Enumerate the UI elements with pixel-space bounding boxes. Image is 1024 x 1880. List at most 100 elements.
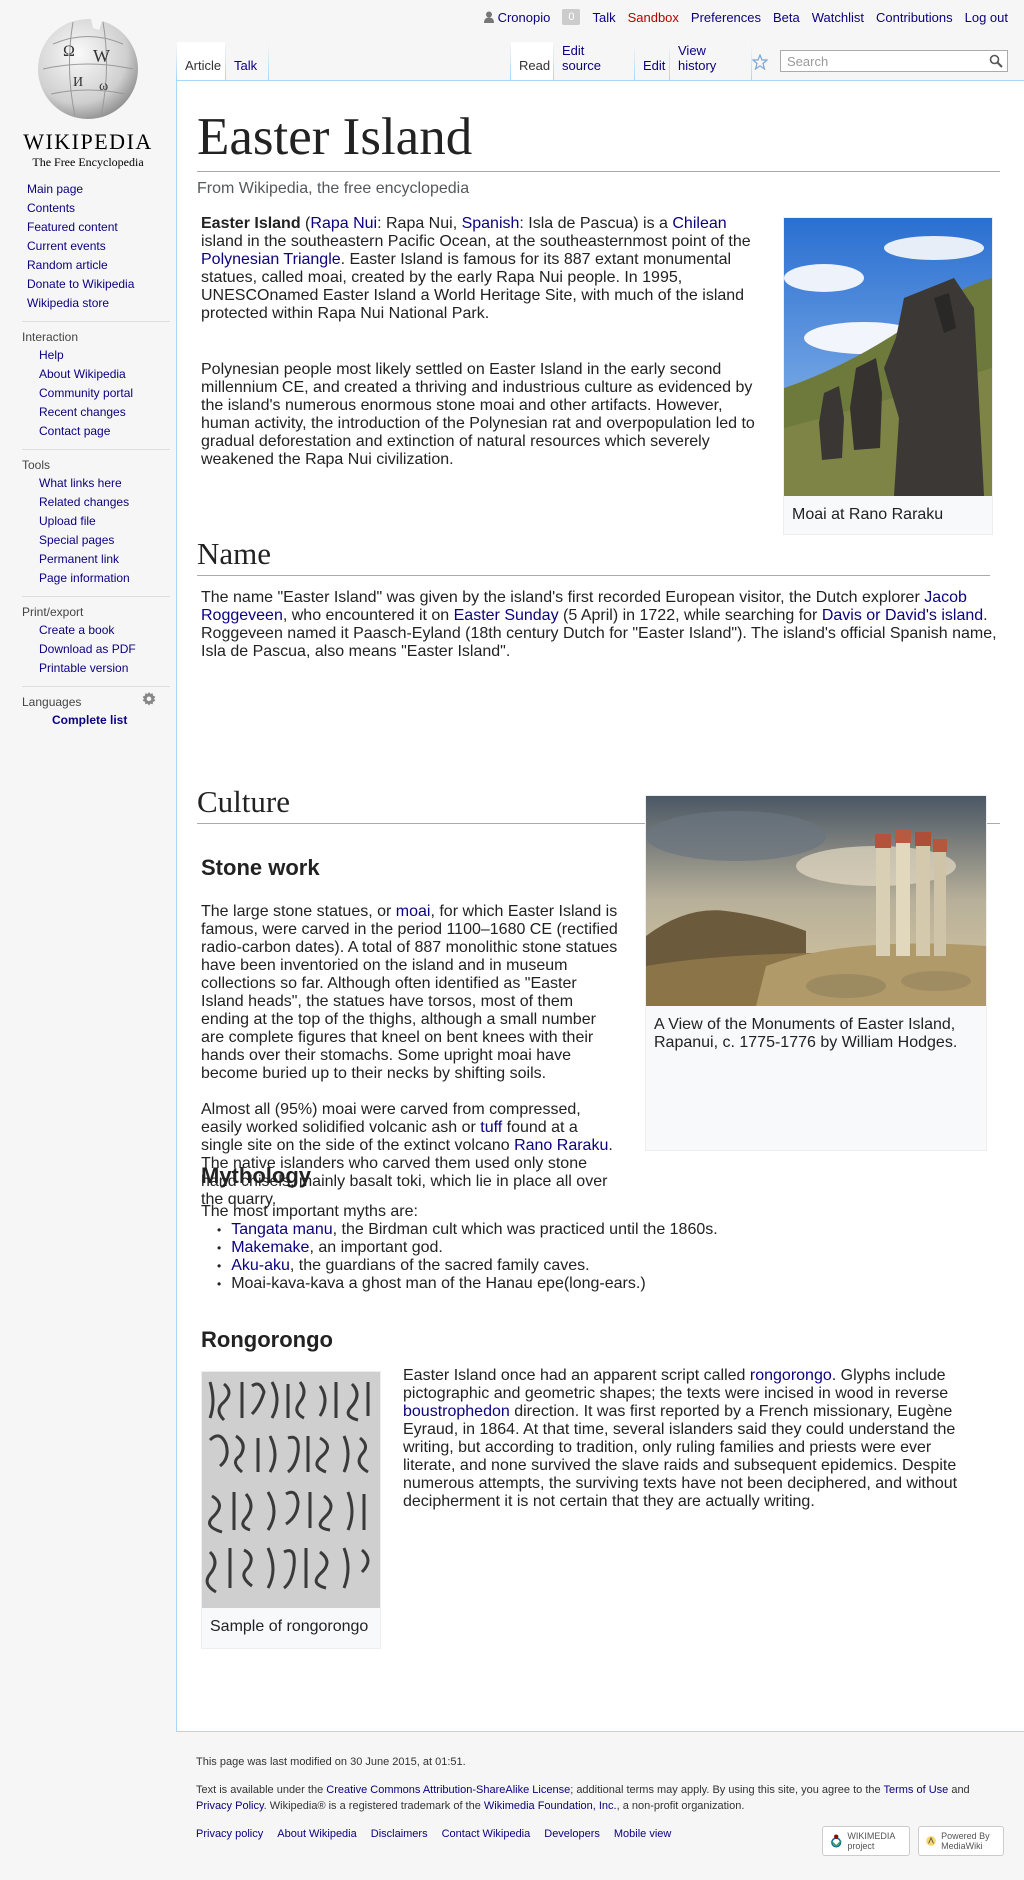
license-text: Text is available under the Creative Com… [196, 1782, 994, 1814]
wikimedia-project-badge[interactable]: WIKIMEDIA project [822, 1826, 910, 1856]
tools-heading: Tools [22, 458, 51, 472]
nav-featured-content[interactable]: Featured content [27, 220, 118, 234]
logo-tagline: The Free Encyclopedia [32, 155, 144, 169]
rongorongo-image[interactable] [202, 1372, 380, 1608]
nav-related-changes[interactable]: Related changes [39, 495, 129, 509]
nav-donate[interactable]: Donate to Wikipedia [27, 277, 134, 291]
nav-store[interactable]: Wikipedia store [27, 296, 109, 310]
nav-create-book[interactable]: Create a book [39, 623, 114, 637]
rongo-text: Easter Island once had an apparent scrip… [403, 1367, 750, 1384]
mediawiki-logo-icon [926, 1836, 936, 1846]
makemake-link[interactable]: Makemake [231, 1239, 309, 1256]
name-text: The name "Easter Island" was given by th… [201, 589, 925, 606]
tab-edit-source[interactable]: Edit source [554, 42, 634, 80]
logo-wordmark: Wikipedia [23, 129, 153, 154]
moai-photo[interactable] [784, 218, 992, 496]
svg-text:ω: ω [99, 79, 108, 94]
easter-sunday-link[interactable]: Easter Sunday [454, 607, 559, 624]
wikipedia-logo[interactable]: Ω W И ω Wikipedia The Free Encyclopedia [8, 10, 168, 170]
footer-about-wikipedia[interactable]: About Wikipedia [277, 1828, 357, 1840]
nav-about[interactable]: About Wikipedia [39, 367, 126, 381]
name-text: , who encountered it on [282, 607, 454, 624]
nav-page-information[interactable]: Page information [39, 571, 130, 585]
tangata-manu-link[interactable]: Tangata manu [231, 1221, 332, 1238]
terms-of-use-link[interactable]: Terms of Use [883, 1784, 948, 1796]
wikimedia-badge-text: WIKIMEDIA project [847, 1831, 895, 1851]
username: Cronopio [497, 9, 551, 25]
nav-languages-complete-list[interactable]: Complete list [39, 713, 127, 727]
wikimedia-foundation-link[interactable]: Wikimedia Foundation, Inc. [484, 1800, 617, 1812]
talk-link[interactable]: Talk [592, 10, 615, 25]
tab-view-history[interactable]: View history [670, 42, 751, 80]
user-icon [483, 11, 494, 23]
gear-icon[interactable] [142, 692, 156, 706]
myth-text: , the guardians of the sacred family cav… [289, 1257, 590, 1274]
nav-printable-version[interactable]: Printable version [39, 661, 128, 675]
nav-current-events[interactable]: Current events [27, 239, 106, 253]
tuff-link[interactable]: tuff [480, 1119, 502, 1136]
rongorongo-link[interactable]: rongorongo [750, 1367, 832, 1384]
davis-island-link[interactable]: Davis or David's island [822, 607, 983, 624]
nav-community-portal[interactable]: Community portal [39, 386, 133, 400]
mediawiki-badge-text: Powered By MediaWiki [941, 1831, 990, 1851]
nav-random-article[interactable]: Random article [27, 258, 108, 272]
chilean-link[interactable]: Chilean [672, 215, 726, 232]
footer-privacy-policy[interactable]: Privacy policy [196, 1828, 263, 1840]
hodges-painting[interactable] [646, 796, 986, 1006]
content-area: Easter Island From Wikipedia, the free e… [176, 80, 1024, 1732]
tab-edit[interactable]: Edit [635, 42, 669, 80]
rano-raraku-link[interactable]: Rano Raraku [514, 1137, 608, 1154]
nav-main-page[interactable]: Main page [27, 182, 83, 196]
svg-text:W: W [93, 46, 110, 66]
search-icon[interactable] [989, 54, 1003, 68]
name-text: (5 April) in 1722, while searching for [558, 607, 822, 624]
languages-portal: Languages Complete list [22, 686, 170, 738]
boustrophedon-link[interactable]: boustrophedon [403, 1403, 510, 1420]
aku-aku-link[interactable]: Aku-aku [231, 1257, 290, 1274]
footer-disclaimers[interactable]: Disclaimers [371, 1828, 428, 1840]
tab-talk[interactable]: Talk [226, 42, 268, 80]
search-input[interactable]: Search [780, 50, 1008, 72]
nav-contents[interactable]: Contents [27, 201, 75, 215]
spanish-link[interactable]: Spanish [462, 215, 520, 232]
contributions-link[interactable]: Contributions [876, 10, 953, 25]
polynesian-triangle-link[interactable]: Polynesian Triangle [201, 251, 341, 268]
navigation-portal: Main page Contents Featured content Curr… [0, 180, 170, 321]
nav-special-pages[interactable]: Special pages [39, 533, 114, 547]
watchlist-link[interactable]: Watchlist [812, 10, 864, 25]
moai-link[interactable]: moai [396, 903, 431, 920]
watch-star-icon[interactable] [752, 54, 768, 70]
beta-link[interactable]: Beta [773, 10, 800, 25]
interaction-heading: Interaction [22, 330, 79, 344]
rapa-nui-link[interactable]: Rapa Nui [310, 215, 377, 232]
footer-developers[interactable]: Developers [544, 1828, 600, 1840]
intro-text: : Rapa Nui, [377, 215, 462, 232]
logout-link[interactable]: Log out [965, 10, 1008, 25]
footer-mobile-view[interactable]: Mobile view [614, 1828, 671, 1840]
tab-read[interactable]: Read [511, 42, 553, 80]
personal-tools: Cronopio 0 Talk Sandbox Preferences Beta… [483, 9, 1008, 25]
nav-download-pdf[interactable]: Download as PDF [39, 642, 136, 656]
nav-contact-page[interactable]: Contact page [39, 424, 110, 438]
nav-help[interactable]: Help [39, 348, 64, 362]
tab-article[interactable]: Article [177, 42, 225, 80]
nav-recent-changes[interactable]: Recent changes [39, 405, 126, 419]
nav-what-links-here[interactable]: What links here [39, 476, 122, 490]
stone-text: , for which Easter Island is famous, wer… [201, 903, 618, 1082]
cc-license-link[interactable]: Creative Commons Attribution-ShareAlike … [326, 1784, 570, 1796]
footer-contact-wikipedia[interactable]: Contact Wikipedia [442, 1828, 531, 1840]
sandbox-link[interactable]: Sandbox [628, 10, 679, 25]
mythology-heading: Mythology [201, 1163, 311, 1188]
hodges-caption: A View of the Monuments of Easter Island… [654, 1016, 958, 1051]
preferences-link[interactable]: Preferences [691, 10, 761, 25]
license-fragment: . Wikipedia® is a registered trademark o… [263, 1800, 484, 1812]
name-heading: Name [197, 535, 990, 576]
nav-permanent-link[interactable]: Permanent link [39, 552, 119, 566]
intro-text: : Isla de Pascua) is a [519, 215, 673, 232]
privacy-policy-inline-link[interactable]: Privacy Policy [196, 1800, 264, 1812]
user-link[interactable]: Cronopio [483, 9, 551, 25]
nav-upload-file[interactable]: Upload file [39, 514, 96, 528]
name-paragraph: The name "Easter Island" was given by th… [201, 589, 1000, 661]
mediawiki-badge[interactable]: Powered By MediaWiki [918, 1826, 1004, 1856]
notifications-badge[interactable]: 0 [562, 9, 581, 25]
